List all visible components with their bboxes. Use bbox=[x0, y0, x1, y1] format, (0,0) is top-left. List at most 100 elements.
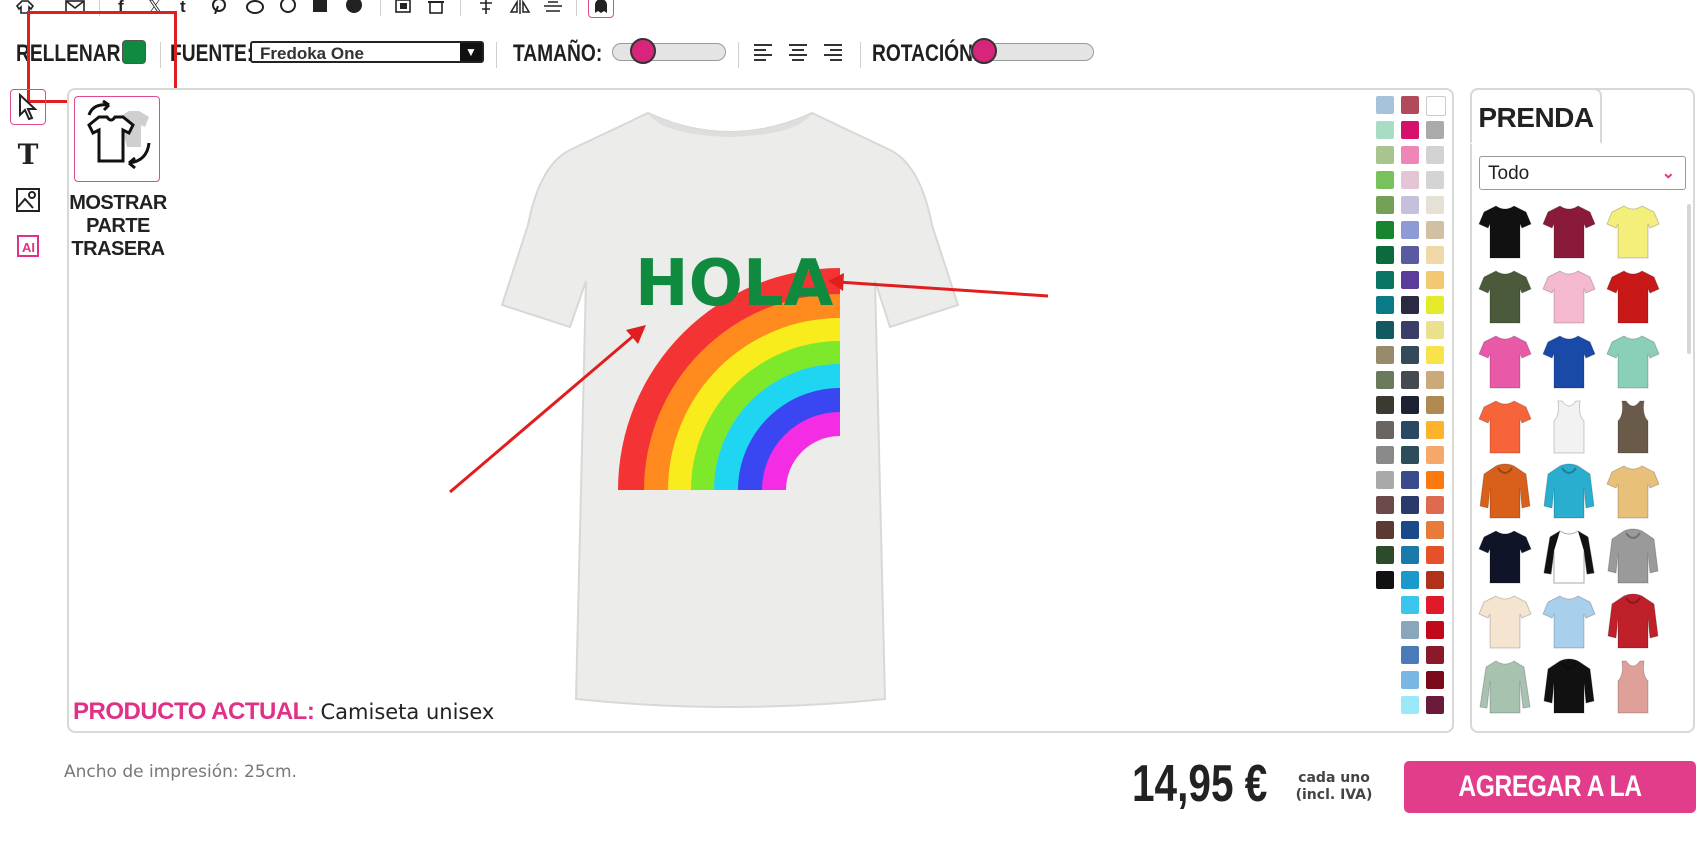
text-icon[interactable]: T bbox=[10, 136, 46, 172]
color-swatch[interactable] bbox=[1376, 496, 1394, 514]
color-swatch[interactable] bbox=[1401, 471, 1419, 489]
telegram-icon[interactable] bbox=[344, 0, 364, 18]
image-icon[interactable] bbox=[10, 182, 46, 218]
color-swatch[interactable] bbox=[1376, 146, 1394, 164]
color-swatch[interactable] bbox=[1401, 671, 1419, 689]
product-thumb-mint-tshirt[interactable] bbox=[1606, 332, 1660, 390]
product-thumb-cream-tshirt[interactable] bbox=[1478, 592, 1532, 650]
category-select[interactable]: Todo ⌄ bbox=[1479, 156, 1686, 190]
size-slider[interactable] bbox=[612, 38, 726, 64]
color-swatch[interactable] bbox=[1426, 671, 1444, 689]
align-left-icon[interactable] bbox=[754, 44, 772, 61]
color-swatch[interactable] bbox=[1376, 296, 1394, 314]
pinterest-icon[interactable] bbox=[210, 0, 228, 18]
color-swatch[interactable] bbox=[1426, 596, 1444, 614]
color-swatch[interactable] bbox=[1401, 546, 1419, 564]
color-swatch[interactable] bbox=[1426, 396, 1444, 414]
color-swatch[interactable] bbox=[1401, 421, 1419, 439]
color-swatch[interactable] bbox=[1426, 521, 1444, 539]
color-swatch[interactable] bbox=[1426, 96, 1446, 116]
color-swatch[interactable] bbox=[1401, 96, 1419, 114]
color-swatch[interactable] bbox=[1426, 171, 1444, 189]
panel-scrollbar[interactable] bbox=[1687, 204, 1691, 354]
color-swatch[interactable] bbox=[1401, 396, 1419, 414]
rotation-slider[interactable] bbox=[970, 38, 1094, 64]
color-swatch[interactable] bbox=[1401, 296, 1419, 314]
color-swatch[interactable] bbox=[1426, 346, 1444, 364]
color-swatch[interactable] bbox=[1401, 321, 1419, 339]
color-swatch[interactable] bbox=[1376, 346, 1394, 364]
color-swatch[interactable] bbox=[1401, 346, 1419, 364]
color-swatch[interactable] bbox=[1376, 446, 1394, 464]
color-swatch[interactable] bbox=[1401, 171, 1419, 189]
color-swatch[interactable] bbox=[1401, 621, 1419, 639]
color-swatch[interactable] bbox=[1401, 571, 1419, 589]
add-to-cart-button[interactable]: AGREGAR A LA CESTA bbox=[1404, 761, 1696, 855]
align-center-text-icon[interactable] bbox=[789, 44, 807, 61]
size-slider-knob[interactable] bbox=[630, 38, 656, 64]
tab-prenda[interactable]: PRENDA bbox=[1470, 88, 1602, 144]
color-swatch[interactable] bbox=[1376, 221, 1394, 239]
product-thumb-brown-tank[interactable] bbox=[1606, 397, 1660, 455]
color-swatch[interactable] bbox=[1401, 196, 1419, 214]
color-swatch[interactable] bbox=[1401, 221, 1419, 239]
product-thumb-varsity-jacket[interactable] bbox=[1606, 592, 1660, 650]
product-thumb-navy-tshirt[interactable] bbox=[1478, 527, 1532, 585]
color-swatch[interactable] bbox=[1401, 146, 1419, 164]
ai-icon[interactable]: AI bbox=[10, 228, 46, 264]
product-thumb-yellow-tshirt[interactable] bbox=[1606, 202, 1660, 260]
product-thumb-pink-tshirt[interactable] bbox=[1542, 267, 1596, 325]
copy-icon[interactable] bbox=[393, 0, 413, 18]
align-right-icon[interactable] bbox=[824, 44, 842, 61]
color-swatch[interactable] bbox=[1376, 121, 1394, 139]
product-thumb-sage-longsleeve[interactable] bbox=[1478, 657, 1532, 715]
color-swatch[interactable] bbox=[1401, 271, 1419, 289]
color-swatch[interactable] bbox=[1426, 621, 1444, 639]
color-swatch[interactable] bbox=[1426, 421, 1444, 439]
color-swatch[interactable] bbox=[1376, 271, 1394, 289]
color-swatch[interactable] bbox=[1401, 646, 1419, 664]
color-swatch[interactable] bbox=[1426, 571, 1444, 589]
color-swatch[interactable] bbox=[1426, 446, 1444, 464]
color-swatch[interactable] bbox=[1426, 246, 1444, 264]
color-swatch[interactable] bbox=[1376, 371, 1394, 389]
product-thumb-black-tshirt[interactable] bbox=[1478, 202, 1532, 260]
pointer-icon[interactable] bbox=[10, 89, 46, 125]
rotation-slider-knob[interactable] bbox=[971, 38, 997, 64]
product-thumb-tiedye-tshirt[interactable] bbox=[1606, 462, 1660, 520]
color-swatch[interactable] bbox=[1376, 521, 1394, 539]
color-swatch[interactable] bbox=[1426, 696, 1444, 714]
font-select[interactable]: Fredoka One ▼ bbox=[250, 41, 484, 63]
align-center-icon[interactable] bbox=[476, 0, 496, 18]
trash-icon[interactable] bbox=[426, 0, 446, 18]
product-thumb-black-orange-hoodie[interactable] bbox=[1542, 657, 1596, 715]
product-thumb-raglan-tshirt[interactable] bbox=[1542, 527, 1596, 585]
color-swatch[interactable] bbox=[1376, 421, 1394, 439]
product-thumb-rose-tank[interactable] bbox=[1606, 657, 1660, 715]
color-swatch[interactable] bbox=[1376, 396, 1394, 414]
color-swatch[interactable] bbox=[1401, 496, 1419, 514]
product-thumb-skyblue-tshirt[interactable] bbox=[1542, 592, 1596, 650]
reddit-icon[interactable] bbox=[245, 0, 265, 18]
color-swatch[interactable] bbox=[1426, 496, 1444, 514]
product-thumb-red-tshirt[interactable] bbox=[1606, 267, 1660, 325]
whatsapp-icon[interactable] bbox=[278, 0, 298, 18]
tumblr-icon[interactable]: t bbox=[180, 0, 186, 18]
color-swatch[interactable] bbox=[1401, 446, 1419, 464]
color-swatch[interactable] bbox=[1426, 121, 1444, 139]
color-swatch[interactable] bbox=[1401, 121, 1419, 139]
show-back-button[interactable] bbox=[74, 96, 160, 182]
color-swatch[interactable] bbox=[1426, 371, 1444, 389]
chevron-down-icon[interactable]: ▼ bbox=[460, 43, 482, 61]
color-swatch[interactable] bbox=[1401, 371, 1419, 389]
product-thumb-turquoise-hoodie[interactable] bbox=[1542, 462, 1596, 520]
color-swatch[interactable] bbox=[1401, 696, 1419, 714]
teams-icon[interactable] bbox=[310, 0, 330, 18]
color-swatch[interactable] bbox=[1426, 271, 1444, 289]
color-swatch[interactable] bbox=[1376, 321, 1394, 339]
color-swatch[interactable] bbox=[1426, 646, 1444, 664]
product-thumb-coral-tshirt[interactable] bbox=[1478, 397, 1532, 455]
color-swatch[interactable] bbox=[1426, 471, 1444, 489]
ghost-icon[interactable] bbox=[588, 0, 614, 18]
color-swatch[interactable] bbox=[1426, 221, 1444, 239]
